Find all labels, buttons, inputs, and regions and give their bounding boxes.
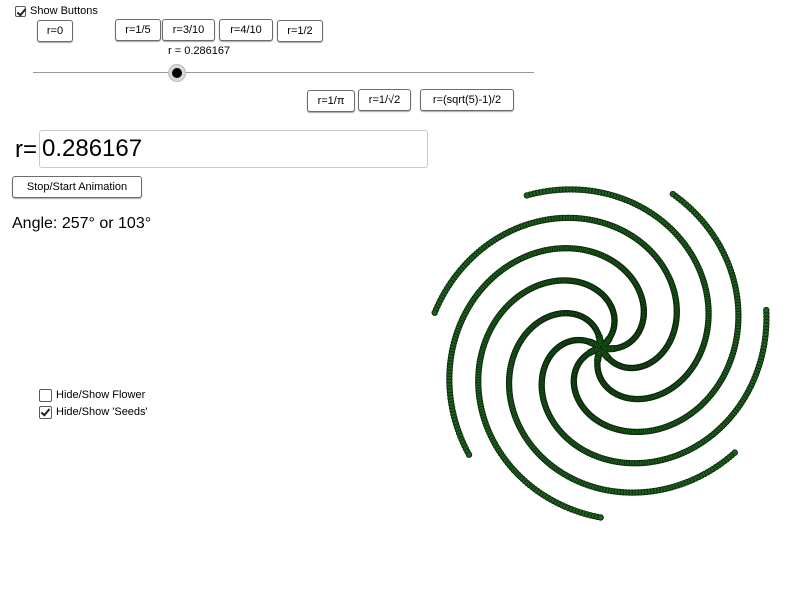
seed-dot [523,192,531,199]
seed-group [431,186,770,521]
seed-dot [597,514,604,521]
applet-canvas: Show Buttons r=0 r=1/5 r=3/10 r=4/10 r=1… [0,0,800,600]
seed-dot [669,190,677,198]
seed-dot [431,309,438,316]
seed-dot [763,306,770,314]
seed-flower-plot [431,186,770,521]
seed-dot [731,449,738,456]
seed-dot [465,451,473,458]
